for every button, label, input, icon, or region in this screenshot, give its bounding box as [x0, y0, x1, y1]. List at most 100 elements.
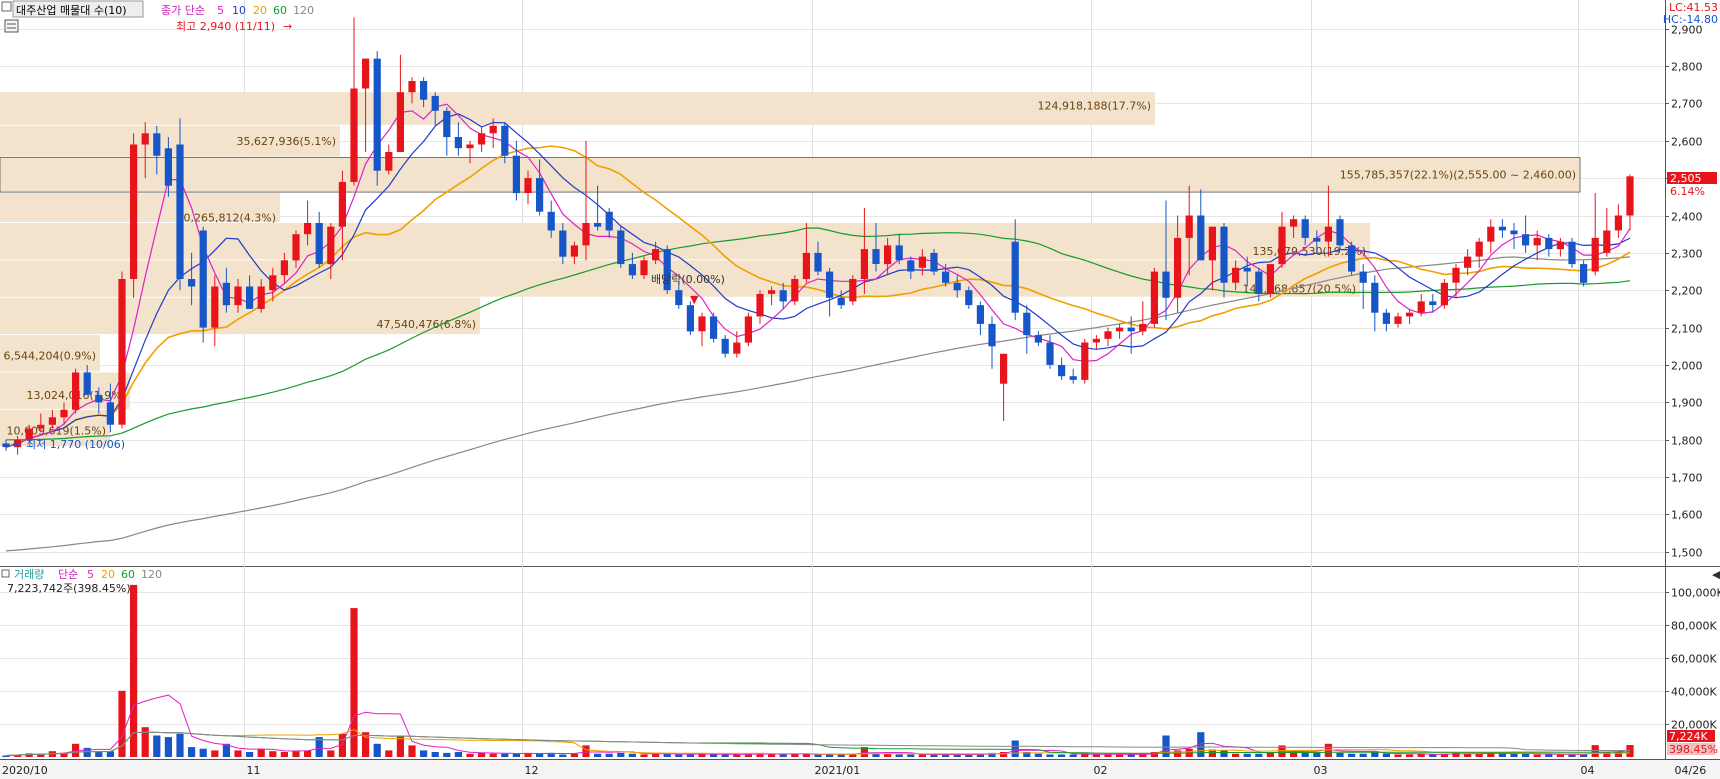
candle-body[interactable] [1278, 226, 1286, 265]
volume-bar[interactable] [1348, 753, 1356, 757]
candle-body[interactable] [1174, 237, 1182, 298]
candle-body[interactable] [362, 58, 370, 89]
volume-bar[interactable] [1603, 752, 1611, 757]
candle-body[interactable] [1290, 219, 1298, 227]
candle-body[interactable] [976, 305, 984, 324]
candle-body[interactable] [454, 137, 462, 149]
volume-bar[interactable] [385, 750, 393, 757]
candle-body[interactable] [1139, 323, 1147, 332]
candle-body[interactable] [733, 342, 741, 354]
candle-body[interactable] [118, 279, 126, 425]
candle-body[interactable] [1000, 353, 1008, 384]
candle-body[interactable] [802, 252, 810, 280]
candle-body[interactable] [768, 290, 776, 294]
candle-body[interactable] [188, 279, 196, 287]
candle-body[interactable] [1452, 267, 1460, 283]
volume-bar[interactable] [257, 748, 265, 757]
volume-bar[interactable] [1034, 753, 1042, 757]
candle-body[interactable] [710, 316, 718, 339]
vol-ma5-label[interactable]: 5 [87, 568, 94, 581]
volume-bar[interactable] [269, 751, 277, 757]
candle-body[interactable] [1475, 241, 1483, 257]
table-view-icon[interactable] [4, 19, 19, 33]
volume-bar[interactable] [1174, 750, 1182, 757]
volume-bar[interactable] [489, 753, 497, 757]
candle-body[interactable] [234, 286, 242, 306]
candle-body[interactable] [431, 95, 439, 111]
candle-body[interactable] [837, 297, 845, 306]
volume-bar[interactable] [768, 754, 776, 758]
candle-body[interactable] [605, 211, 613, 231]
candle-body[interactable] [1556, 241, 1564, 250]
volume-bar[interactable] [106, 751, 114, 757]
candle-body[interactable] [327, 226, 335, 265]
candle-body[interactable] [779, 290, 787, 302]
candle-body[interactable] [1487, 226, 1495, 242]
candle-body[interactable] [895, 245, 903, 261]
candle-body[interactable] [884, 245, 892, 265]
candle-body[interactable] [466, 144, 474, 149]
volume-bar[interactable] [582, 745, 590, 757]
volume-bar[interactable] [1232, 753, 1240, 757]
candle-body[interactable] [547, 211, 555, 231]
volume-bar[interactable] [1545, 754, 1553, 758]
volume-bar[interactable] [1510, 753, 1518, 757]
volume-bar[interactable] [826, 754, 834, 758]
volume-bar[interactable] [837, 754, 845, 758]
vol-ma20-label[interactable]: 20 [101, 568, 115, 581]
candle-body[interactable] [1081, 342, 1089, 380]
candle-body[interactable] [141, 133, 149, 145]
volume-bar[interactable] [1220, 750, 1228, 757]
candle-body[interactable] [1545, 237, 1553, 250]
candle-body[interactable] [594, 223, 602, 227]
candle-body[interactable] [1034, 335, 1042, 343]
candle-body[interactable] [153, 133, 161, 156]
candle-body[interactable] [1162, 271, 1170, 298]
candle-body[interactable] [1603, 230, 1611, 253]
candle-body[interactable] [257, 286, 265, 309]
candle-body[interactable] [408, 81, 416, 93]
candle-body[interactable] [338, 181, 346, 227]
candle-body[interactable] [1266, 264, 1274, 294]
volume-bar[interactable] [1011, 740, 1019, 758]
candle-body[interactable] [791, 279, 799, 302]
candle-body[interactable] [756, 294, 764, 317]
candle-body[interactable] [1510, 230, 1518, 235]
candle-body[interactable] [1313, 237, 1321, 242]
volume-bar[interactable] [199, 748, 207, 757]
volume-bar[interactable] [408, 745, 416, 757]
volume-bar[interactable] [1104, 754, 1112, 758]
candle-body[interactable] [1197, 215, 1205, 261]
volume-bar[interactable] [327, 750, 335, 757]
ma5-label[interactable]: 5 [217, 4, 224, 17]
volume-bar[interactable] [733, 754, 741, 758]
candle-body[interactable] [617, 230, 625, 265]
volume-bar[interactable] [617, 752, 625, 757]
candle-body[interactable] [280, 260, 288, 276]
volume-bar[interactable] [234, 750, 242, 757]
candle-body[interactable] [1348, 245, 1356, 272]
volume-bar[interactable] [721, 754, 729, 758]
chart-title[interactable]: 대주산업 매물대 수(10) [16, 4, 127, 17]
candle-body[interactable] [1069, 376, 1077, 380]
candle-body[interactable] [512, 155, 520, 194]
volume-bar[interactable] [536, 753, 544, 757]
volume-bar[interactable] [211, 750, 219, 757]
volume-bar[interactable] [652, 754, 660, 757]
ma10-label[interactable]: 10 [232, 4, 246, 17]
volume-bar[interactable] [25, 753, 33, 757]
candle-body[interactable] [1127, 327, 1135, 332]
candle-body[interactable] [1220, 226, 1228, 283]
candle-body[interactable] [628, 264, 636, 276]
candle-body[interactable] [652, 249, 660, 261]
candle-body[interactable] [1324, 226, 1332, 242]
volume-bar[interactable] [350, 608, 358, 757]
candle-body[interactable] [640, 260, 648, 276]
candle-body[interactable] [965, 290, 973, 306]
candle-body[interactable] [744, 316, 752, 343]
volume-bar[interactable] [1371, 752, 1379, 757]
volume-bar[interactable] [304, 750, 312, 757]
volume-bar[interactable] [1556, 754, 1564, 758]
volume-bar[interactable] [1359, 753, 1367, 757]
candle-body[interactable] [1580, 264, 1588, 283]
